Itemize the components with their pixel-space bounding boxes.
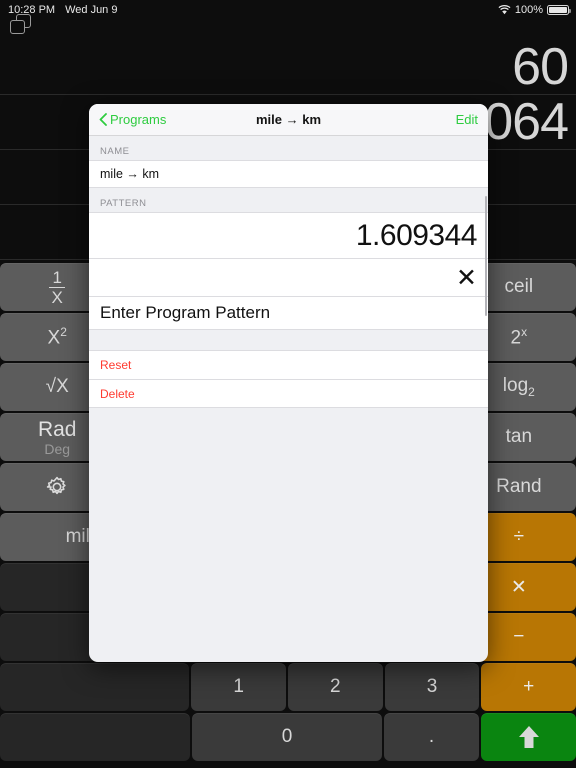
back-to-programs-button[interactable]: Programs [99,112,166,127]
reset-action[interactable]: Reset [89,350,488,379]
key-2[interactable]: 2 [288,663,383,711]
key-1[interactable]: 1 [191,663,286,711]
modal-scrollbar[interactable] [484,196,487,316]
key-3[interactable]: 3 [384,663,480,711]
keypad-row: 0. [0,713,576,763]
program-editor-modal: Programs mile → km Edit NAME mile → km P… [89,104,488,662]
display-row: 60 [0,40,576,95]
key-decimal[interactable]: . [384,713,479,761]
status-bar: 10:28 PM Wed Jun 9 100% [0,0,576,20]
key-label: ÷ [513,526,525,547]
key-label: − [513,626,525,647]
status-bar-right: 100% [498,4,576,16]
battery-icon [547,5,571,15]
key-label: . [428,726,435,747]
key-hidden-k[interactable] [0,663,190,711]
name-field[interactable]: mile → km [89,160,488,188]
pattern-section-header: PATTERN [89,188,488,212]
key-label: Rad Deg [37,417,77,457]
modal-navbar: Programs mile → km Edit [89,104,488,136]
arrow-up-icon [517,724,541,750]
key-plus[interactable]: + [481,663,576,711]
back-button-label: Programs [110,112,167,127]
key-label: ✕ [510,576,527,598]
key-label: ceil [504,276,534,297]
delete-action[interactable]: Delete [89,379,488,408]
key-label: 1 [233,676,244,697]
key-label: 2 [330,676,341,697]
key-label: log2 [502,375,535,399]
name-section-header: NAME [89,136,488,160]
gear-icon [45,475,69,499]
key-label: X2 [47,324,67,349]
wifi-icon [498,5,511,15]
keypad-row: 1 2 3 + [0,663,576,713]
key-label: √X [45,376,69,397]
battery-percent: 100% [514,4,543,16]
pattern-operator-row[interactable]: ✕ [89,258,488,296]
key-enter[interactable] [481,713,576,761]
key-label: Rand [496,476,542,497]
pattern-value-row[interactable]: 1.609344 [89,212,488,258]
pattern-entry-row[interactable]: Enter Program Pattern [89,296,488,330]
key-hidden-l[interactable] [0,713,190,761]
status-date: Wed Jun 9 [65,4,118,16]
key-label: 3 [426,676,438,697]
fraction-glyph: 1X [49,269,66,306]
chevron-left-icon [99,113,107,126]
key-0[interactable]: 0 [192,713,382,761]
edit-button[interactable]: Edit [456,112,478,127]
windows-stack-icon[interactable] [10,14,34,36]
key-label: 2x [510,324,528,349]
key-label: + [523,676,535,697]
section-gap [89,330,488,350]
key-label: tan [505,426,533,447]
ipad-screen: 10:28 PM Wed Jun 9 100% 60 064 1 Xceil X2 2… [0,0,576,768]
key-label: 0 [281,726,293,747]
window-front-square [10,20,25,34]
